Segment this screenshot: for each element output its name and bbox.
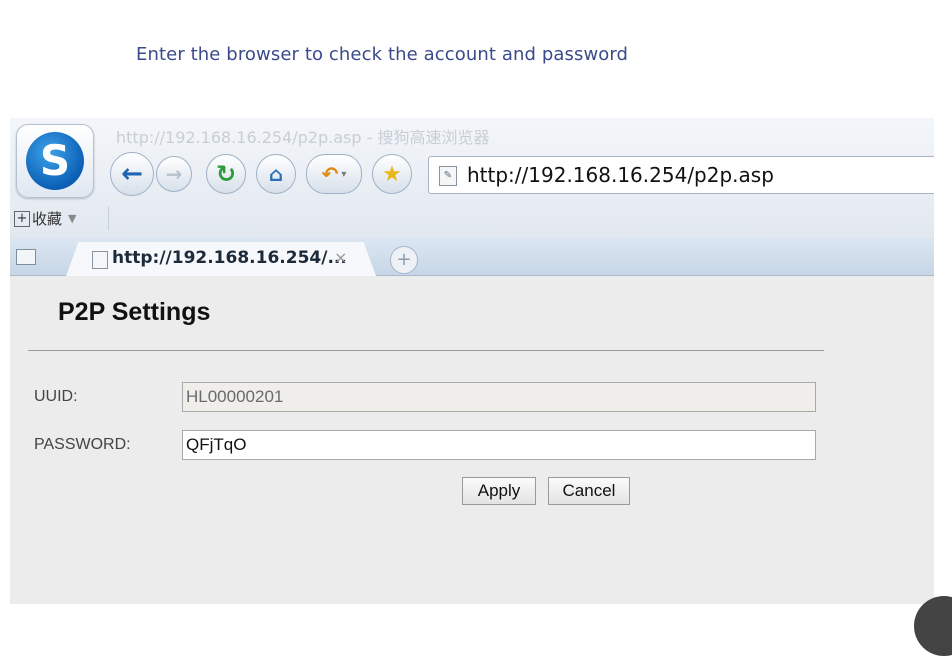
forward-arrow-icon[interactable]: →: [156, 156, 192, 192]
cancel-button[interactable]: Cancel: [548, 477, 630, 505]
tab-list-icon[interactable]: [16, 249, 36, 265]
corner-decoration: [914, 596, 952, 656]
plus-box-icon: +: [14, 210, 30, 227]
title-divider: [28, 350, 824, 351]
password-input[interactable]: [182, 430, 816, 460]
close-icon[interactable]: ×: [334, 248, 347, 267]
toolbar-divider: [108, 206, 109, 230]
password-label: PASSWORD:: [34, 436, 131, 453]
page-icon: ✎: [439, 166, 457, 186]
favorites-label: 收藏: [32, 210, 63, 228]
uuid-label: UUID:: [34, 388, 78, 405]
favorites-menu[interactable]: + 收藏 ▼: [14, 208, 76, 229]
chevron-down-icon: ▼: [68, 212, 77, 225]
star-icon[interactable]: ★: [372, 154, 412, 194]
address-url[interactable]: http://192.168.16.254/p2p.asp: [467, 163, 774, 187]
new-tab-icon[interactable]: +: [390, 246, 418, 274]
address-bar[interactable]: ✎ http://192.168.16.254/p2p.asp: [428, 156, 934, 194]
undo-icon[interactable]: ↶ ▾: [306, 154, 362, 194]
instruction-caption: Enter the browser to check the account a…: [136, 44, 629, 65]
window-title: http://192.168.16.254/p2p.asp - 搜狗高速浏览器: [116, 128, 490, 147]
uuid-input[interactable]: [182, 382, 816, 412]
tab-p2p[interactable]: http://192.168.16.254/... ×: [66, 242, 376, 276]
page-icon: [92, 251, 108, 269]
tab-bar: http://192.168.16.254/... ×: [10, 238, 934, 276]
tab-title: http://192.168.16.254/...: [112, 248, 347, 268]
browser-toolbar: http://192.168.16.254/p2p.asp - 搜狗高速浏览器 …: [10, 118, 934, 238]
page-title: P2P Settings: [58, 298, 211, 326]
back-arrow-icon[interactable]: ←: [110, 152, 154, 196]
browser-window: http://192.168.16.254/p2p.asp - 搜狗高速浏览器 …: [10, 118, 934, 604]
refresh-icon[interactable]: ↻: [206, 154, 246, 194]
sogou-logo-icon[interactable]: S: [16, 124, 94, 198]
apply-button[interactable]: Apply: [462, 477, 536, 505]
home-icon[interactable]: ⌂: [256, 154, 296, 194]
